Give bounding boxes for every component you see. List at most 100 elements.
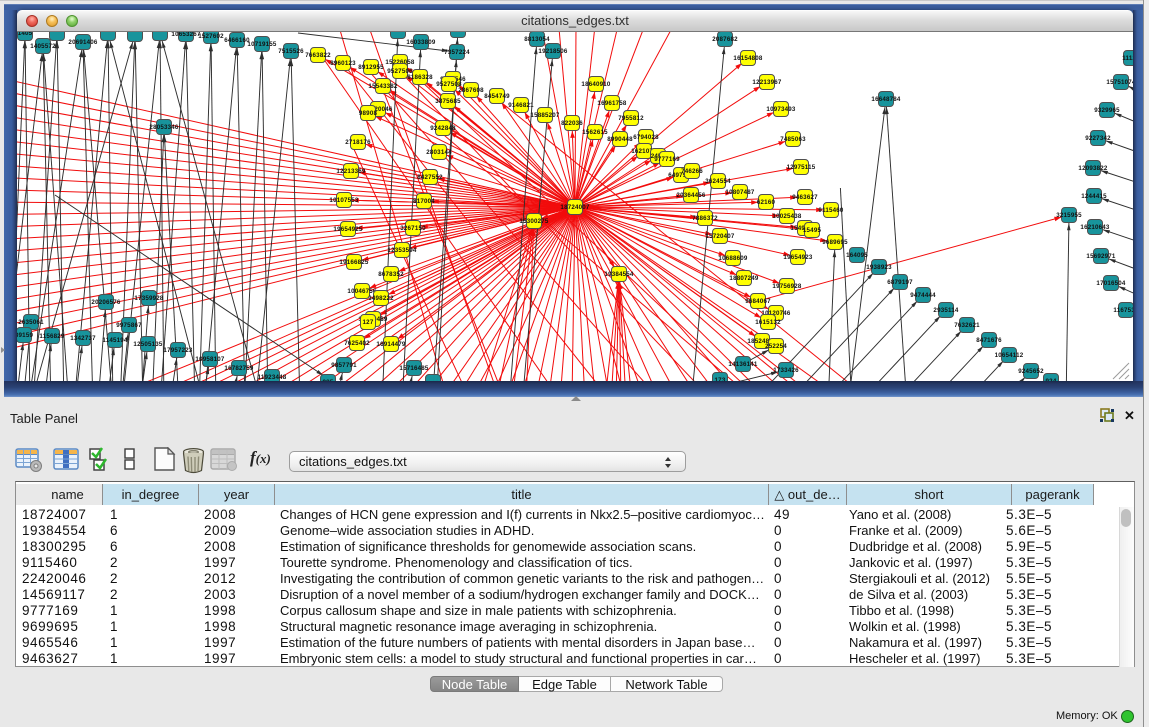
svg-text:12353594: 12353594 bbox=[387, 247, 416, 254]
svg-text:6794028: 6794028 bbox=[633, 134, 659, 141]
svg-text:9857791: 9857791 bbox=[331, 362, 357, 369]
svg-text:9146821: 9146821 bbox=[508, 102, 534, 109]
svg-text:1733426: 1733426 bbox=[773, 367, 799, 374]
svg-text:15716485: 15716485 bbox=[399, 365, 428, 372]
svg-text:817004: 817004 bbox=[413, 198, 435, 205]
svg-text:2867608: 2867608 bbox=[458, 87, 484, 94]
svg-text:12213967: 12213967 bbox=[752, 79, 781, 86]
svg-text:16033809: 16033809 bbox=[406, 39, 435, 46]
svg-text:2635061: 2635061 bbox=[18, 319, 44, 326]
svg-text:127: 127 bbox=[363, 319, 374, 326]
svg-text:1156829: 1156829 bbox=[39, 333, 65, 340]
svg-text:1342737: 1342737 bbox=[70, 335, 96, 342]
svg-text:16782759: 16782759 bbox=[224, 365, 253, 372]
svg-text:3215955: 3215955 bbox=[1056, 212, 1082, 219]
svg-text:10688609: 10688609 bbox=[718, 255, 747, 262]
svg-text:11125: 11125 bbox=[1122, 55, 1133, 62]
svg-text:10807487: 10807487 bbox=[725, 189, 754, 196]
svg-text:12505135: 12505135 bbox=[133, 341, 162, 348]
svg-text:8454749: 8454749 bbox=[484, 93, 510, 100]
svg-text:19384554: 19384554 bbox=[604, 271, 633, 278]
svg-text:10958107: 10958107 bbox=[195, 356, 224, 363]
svg-text:2087682: 2087682 bbox=[712, 36, 738, 43]
svg-text:16648784: 16648784 bbox=[871, 96, 900, 103]
svg-text:19654923: 19654923 bbox=[783, 254, 812, 261]
svg-text:3267150: 3267150 bbox=[400, 225, 426, 232]
svg-text:1938923: 1938923 bbox=[866, 264, 892, 271]
svg-text:2935114: 2935114 bbox=[933, 307, 959, 314]
svg-text:7515526: 7515526 bbox=[278, 48, 304, 55]
svg-text:1405: 1405 bbox=[18, 32, 33, 37]
svg-text:11923448: 11923448 bbox=[258, 374, 287, 381]
svg-text:173: 173 bbox=[715, 377, 726, 381]
svg-text:924: 924 bbox=[1046, 378, 1057, 381]
svg-text:10107553: 10107553 bbox=[329, 197, 358, 204]
svg-text:15885207: 15885207 bbox=[530, 112, 559, 119]
svg-text:10025438: 10025438 bbox=[772, 213, 801, 220]
svg-text:8990448: 8990448 bbox=[607, 136, 633, 143]
svg-text:8186328: 8186328 bbox=[407, 74, 433, 81]
svg-text:8912955: 8912955 bbox=[358, 64, 384, 71]
svg-text:15495: 15495 bbox=[803, 227, 822, 234]
svg-text:28053346: 28053346 bbox=[149, 124, 178, 131]
svg-text:8427552: 8427552 bbox=[417, 174, 443, 181]
svg-text:9115460: 9115460 bbox=[818, 207, 844, 214]
svg-text:17359928: 17359928 bbox=[134, 295, 163, 302]
svg-text:16961758: 16961758 bbox=[597, 100, 626, 107]
svg-text:20691406: 20691406 bbox=[68, 39, 97, 46]
svg-text:12975115: 12975115 bbox=[787, 164, 816, 171]
svg-text:17957223: 17957223 bbox=[163, 347, 192, 354]
svg-text:7625402: 7625402 bbox=[344, 340, 370, 347]
svg-text:20364456: 20364456 bbox=[676, 192, 705, 199]
svg-text:8813054: 8813054 bbox=[524, 36, 550, 43]
svg-text:15720407: 15720407 bbox=[705, 233, 734, 240]
svg-text:18640910: 18640910 bbox=[581, 81, 610, 88]
svg-text:2803144: 2803144 bbox=[426, 149, 452, 156]
svg-text:1562615: 1562615 bbox=[582, 129, 608, 136]
svg-text:7357224: 7357224 bbox=[444, 49, 470, 56]
svg-text:985: 985 bbox=[323, 379, 334, 381]
svg-text:15300275: 15300275 bbox=[519, 218, 548, 225]
svg-text:1167533: 1167533 bbox=[1113, 307, 1133, 314]
svg-text:9242848: 9242848 bbox=[430, 125, 456, 132]
svg-text:12093822: 12093822 bbox=[1078, 165, 1107, 172]
svg-text:9975867: 9975867 bbox=[116, 322, 142, 329]
svg-text:3624554: 3624554 bbox=[705, 178, 731, 185]
svg-text:252254: 252254 bbox=[765, 343, 787, 350]
svg-text:1405572: 1405572 bbox=[30, 43, 56, 50]
svg-text:16154808: 16154808 bbox=[733, 55, 762, 62]
svg-text:17016504: 17016504 bbox=[1096, 280, 1125, 287]
svg-text:10654112: 10654112 bbox=[995, 352, 1024, 359]
svg-text:3498222: 3498222 bbox=[368, 295, 394, 302]
svg-text:9245652: 9245652 bbox=[1018, 368, 1044, 375]
svg-text:15692971: 15692971 bbox=[1086, 253, 1115, 260]
svg-text:7632621: 7632621 bbox=[954, 322, 980, 329]
svg-text:7886372: 7886372 bbox=[692, 215, 718, 222]
svg-text:15543382: 15543382 bbox=[368, 83, 397, 90]
svg-text:8960123: 8960123 bbox=[330, 60, 356, 67]
svg-text:1527602: 1527602 bbox=[198, 33, 224, 40]
svg-text:39159: 39159 bbox=[17, 332, 33, 339]
svg-text:12213369: 12213369 bbox=[336, 168, 365, 175]
svg-text:18724007: 18724007 bbox=[560, 204, 589, 211]
svg-text:8678352: 8678352 bbox=[378, 271, 404, 278]
svg-text:10973493: 10973493 bbox=[766, 106, 795, 113]
svg-text:16914479: 16914479 bbox=[376, 341, 405, 348]
svg-text:1145194: 1145194 bbox=[102, 337, 128, 344]
svg-text:19654925: 19654925 bbox=[333, 226, 362, 233]
svg-text:2718176: 2718176 bbox=[345, 139, 371, 146]
svg-text:9684067: 9684067 bbox=[745, 298, 771, 305]
svg-text:10653267: 10653267 bbox=[171, 32, 200, 38]
svg-text:18807249: 18807249 bbox=[729, 275, 758, 282]
svg-text:9689695: 9689695 bbox=[822, 239, 848, 246]
svg-text:20206576: 20206576 bbox=[91, 299, 120, 306]
svg-text:822036: 822036 bbox=[561, 120, 583, 127]
svg-text:14136141: 14136141 bbox=[728, 361, 757, 368]
svg-text:10046756: 10046756 bbox=[347, 288, 376, 295]
svg-text:6466160: 6466160 bbox=[224, 37, 250, 44]
svg-text:7955812: 7955812 bbox=[618, 115, 644, 122]
svg-text:19218506: 19218506 bbox=[538, 48, 567, 55]
svg-text:8471676: 8471676 bbox=[976, 337, 1002, 344]
svg-text:19756928: 19756928 bbox=[772, 283, 801, 290]
svg-text:6879197: 6879197 bbox=[887, 279, 913, 286]
